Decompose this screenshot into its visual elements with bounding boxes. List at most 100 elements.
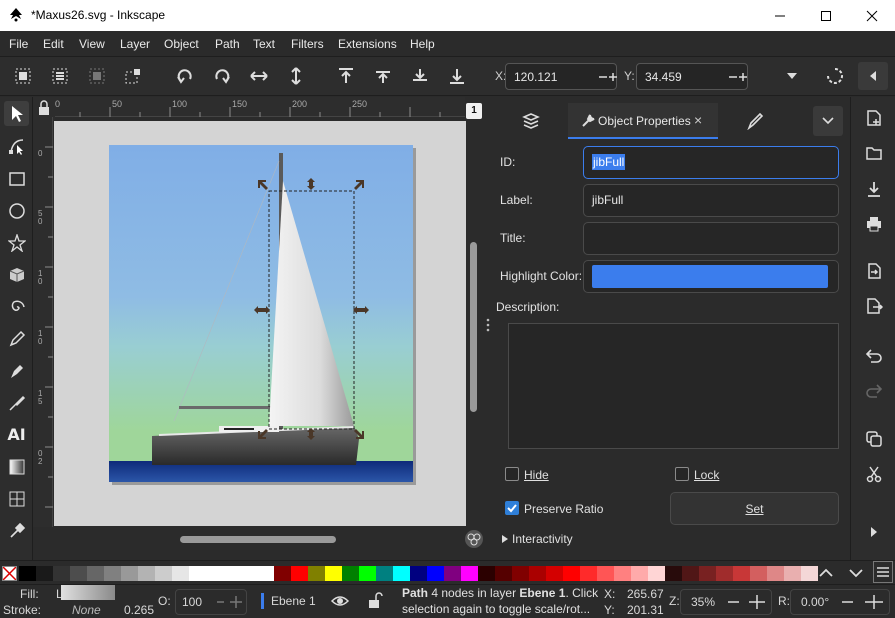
- star-tool-icon[interactable]: [4, 230, 29, 255]
- palette-swatch[interactable]: [359, 566, 376, 581]
- dock-menu-button[interactable]: [813, 106, 843, 136]
- palette-swatch[interactable]: [410, 566, 427, 581]
- palette-swatch[interactable]: [733, 566, 750, 581]
- open-folder-icon[interactable]: [863, 142, 885, 164]
- menu-extensions[interactable]: Extensions: [338, 37, 397, 51]
- mesh-tool-icon[interactable]: [4, 486, 29, 511]
- close-window-button[interactable]: [849, 0, 895, 31]
- description-textarea[interactable]: [508, 323, 839, 449]
- preserve-ratio-checkbox[interactable]: [505, 501, 519, 515]
- palette-swatch[interactable]: [257, 566, 274, 581]
- ellipse-tool-icon[interactable]: [4, 198, 29, 223]
- set-button[interactable]: Set: [670, 492, 839, 525]
- label-field[interactable]: jibFull: [583, 184, 839, 217]
- palette-menu-icon[interactable]: [873, 561, 893, 583]
- palette-swatch[interactable]: [138, 566, 155, 581]
- undo-icon[interactable]: [863, 345, 885, 367]
- more-dropdown-icon[interactable]: [781, 65, 803, 87]
- rotate-ccw-icon[interactable]: [174, 65, 196, 87]
- hide-checkbox[interactable]: [505, 467, 519, 481]
- eye-visibility-icon[interactable]: [330, 592, 350, 610]
- raise-to-top-icon[interactable]: [335, 65, 357, 87]
- interactivity-expander[interactable]: Interactivity: [512, 532, 573, 546]
- lower-icon[interactable]: [409, 65, 431, 87]
- palette-swatch[interactable]: [291, 566, 308, 581]
- vertical-scroll-thumb[interactable]: [470, 242, 477, 412]
- flip-horizontal-icon[interactable]: [248, 65, 270, 87]
- pencil-tool-icon[interactable]: [4, 326, 29, 351]
- palette-swatch[interactable]: [121, 566, 138, 581]
- gradient-tool-icon[interactable]: [4, 454, 29, 479]
- export-icon[interactable]: [863, 295, 885, 317]
- palette-swatch[interactable]: [223, 566, 240, 581]
- palette-swatch[interactable]: [393, 566, 410, 581]
- palette-swatch[interactable]: [767, 566, 784, 581]
- menu-edit[interactable]: Edit: [43, 37, 64, 51]
- calligraphy-tool-icon[interactable]: [4, 390, 29, 415]
- palette-swatch[interactable]: [444, 566, 461, 581]
- palette-swatch[interactable]: [580, 566, 597, 581]
- select-all-layers-button[interactable]: [49, 65, 71, 87]
- lower-to-bottom-icon[interactable]: [446, 65, 468, 87]
- raise-icon[interactable]: [372, 65, 394, 87]
- palette-swatch[interactable]: [529, 566, 546, 581]
- rectangle-tool-icon[interactable]: [4, 166, 29, 191]
- lock-checkbox[interactable]: [675, 467, 689, 481]
- palette-swatch[interactable]: [648, 566, 665, 581]
- menu-filters[interactable]: Filters: [291, 37, 324, 51]
- opacity-spinbox[interactable]: 100: [175, 589, 247, 615]
- palette-swatch[interactable]: [801, 566, 818, 581]
- palette-swatch[interactable]: [546, 566, 563, 581]
- palette-swatch[interactable]: [699, 566, 716, 581]
- palette-swatch[interactable]: [376, 566, 393, 581]
- palette-swatch[interactable]: [461, 566, 478, 581]
- palette-swatch[interactable]: [427, 566, 444, 581]
- canvas[interactable]: [54, 121, 466, 526]
- palette-swatch[interactable]: [155, 566, 172, 581]
- palette-swatch[interactable]: [104, 566, 121, 581]
- spiral-tool-icon[interactable]: [4, 294, 29, 319]
- menu-object[interactable]: Object: [164, 37, 199, 51]
- palette-scroll-up-icon[interactable]: [817, 564, 835, 582]
- x-plus-minus-icon[interactable]: [597, 66, 619, 88]
- palette-swatch[interactable]: [665, 566, 682, 581]
- menu-help[interactable]: Help: [410, 37, 435, 51]
- drawing-area[interactable]: [54, 121, 466, 526]
- expand-commands-icon[interactable]: [863, 521, 885, 543]
- palette-swatch[interactable]: [172, 566, 189, 581]
- selector-tool-icon[interactable]: [4, 101, 29, 126]
- rotation-spinbox[interactable]: 0.00°: [790, 589, 890, 615]
- highlight-color-button[interactable]: [583, 260, 839, 293]
- palette-swatch[interactable]: [631, 566, 648, 581]
- tab-layers[interactable]: [495, 103, 567, 139]
- y-plus-minus-icon[interactable]: [727, 66, 749, 88]
- lock-open-icon[interactable]: [367, 591, 383, 609]
- invert-selection-button[interactable]: [86, 65, 108, 87]
- id-field[interactable]: jibFull: [583, 146, 839, 179]
- text-tool-icon[interactable]: AI: [4, 422, 29, 447]
- palette-swatch[interactable]: [784, 566, 801, 581]
- palette-swatch[interactable]: [563, 566, 580, 581]
- cut-icon[interactable]: [863, 463, 885, 485]
- palette-swatch[interactable]: [36, 566, 53, 581]
- node-tool-icon[interactable]: [4, 133, 29, 158]
- palette-swatch[interactable]: [53, 566, 70, 581]
- palette-swatch[interactable]: [325, 566, 342, 581]
- collapse-snap-button[interactable]: [858, 62, 888, 90]
- menu-layer[interactable]: Layer: [120, 37, 150, 51]
- palette-swatch[interactable]: [478, 566, 495, 581]
- deselect-button[interactable]: [122, 65, 144, 87]
- title-field[interactable]: [583, 222, 839, 255]
- fill-gradient-swatch[interactable]: [61, 585, 115, 600]
- palette-swatch[interactable]: [342, 566, 359, 581]
- flip-vertical-icon[interactable]: [285, 65, 307, 87]
- display-mode-icon[interactable]: [465, 530, 483, 548]
- 3d-box-tool-icon[interactable]: [4, 262, 29, 287]
- dropper-tool-icon[interactable]: [4, 518, 29, 543]
- palette-swatch[interactable]: [19, 566, 36, 581]
- vertical-scrollbar[interactable]: [466, 121, 481, 526]
- palette-swatch[interactable]: [87, 566, 104, 581]
- palette-swatch[interactable]: [750, 566, 767, 581]
- current-layer[interactable]: Ebene 1: [271, 594, 316, 608]
- horizontal-scrollbar[interactable]: [54, 526, 466, 552]
